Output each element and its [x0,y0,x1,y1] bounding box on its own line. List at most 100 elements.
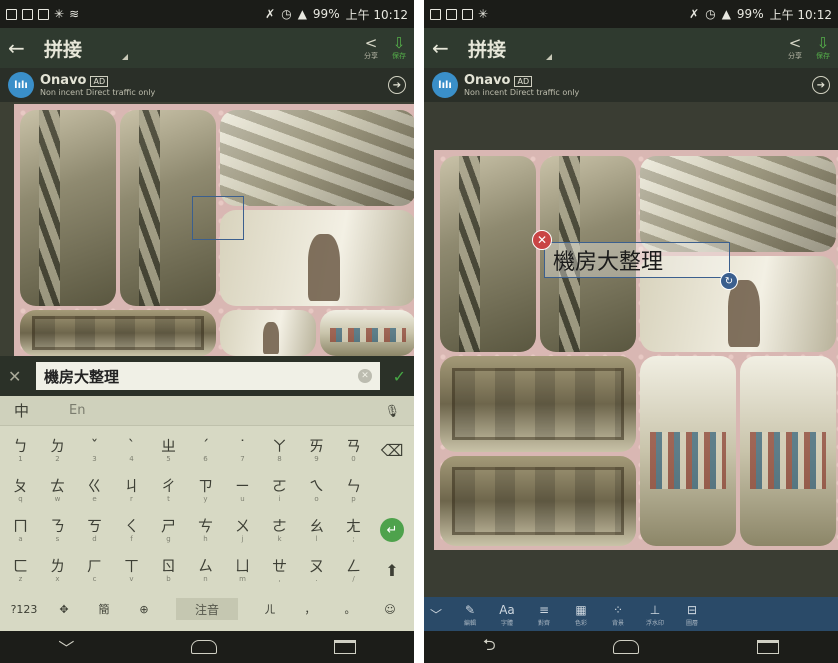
numbers-key[interactable]: ?123 [4,603,44,616]
keyboard-key[interactable]: ㄛi [261,470,298,510]
keyboard-key[interactable]: ㄨj [224,510,261,550]
collage-photo-7[interactable] [640,356,736,546]
toolbar-tool[interactable]: ⊥ 浮水印 [638,602,672,627]
back-arrow-icon[interactable]: ← [8,36,38,60]
collage-photo-7[interactable] [320,310,414,356]
microphone-icon[interactable]: 🎙 [385,404,400,418]
clear-text-icon[interactable]: ✕ [358,369,372,383]
recent-apps-nav-icon[interactable] [757,640,780,654]
cursor-move-icon[interactable]: ✥ [44,603,84,616]
keyboard-key[interactable]: ㄏc [76,550,113,590]
mode-chinese-tab[interactable]: 中 [14,400,29,421]
confirm-check-icon[interactable]: ✓ [380,367,406,386]
keyboard-key[interactable]: ˙ 7 [224,430,261,470]
emoji-icon[interactable]: ☺ [370,603,410,616]
collage-photo-1[interactable] [440,156,536,352]
keyboard-key[interactable]: ㄙn [187,550,224,590]
keyboard-key[interactable]: ㄘh [187,510,224,550]
space-key[interactable]: 注音 [176,598,238,620]
keyboard-key[interactable]: ㄧu [224,470,261,510]
enter-button[interactable]: ↵ [372,510,412,550]
collage-canvas-right[interactable]: 機房大整理 ✕ ↻ [434,150,838,550]
collage-photo-8[interactable] [740,356,836,546]
keyboard-key[interactable]: ㄊw [39,470,76,510]
collage-photo-6[interactable] [440,456,636,546]
keyboard-key[interactable]: ㄗy [187,470,224,510]
comma-key[interactable]: ， [290,601,330,617]
home-nav-icon[interactable] [191,640,217,654]
save-button[interactable]: ⇩ 保存 [816,35,830,61]
keyboard-key[interactable]: ㄡ. [298,550,335,590]
traditional-simplified-key[interactable]: 簡 [84,601,124,617]
keyboard-key[interactable]: ㄉ2 [39,430,76,470]
keyboard-key[interactable]: ㄝ, [261,550,298,590]
sticker-rotate-icon[interactable]: ↻ [720,272,738,290]
keyboard-key[interactable]: ㄇa [2,510,39,550]
keyboard-key[interactable]: ㄓ5 [150,430,187,470]
toolbar-tool[interactable]: ▦ 色彩 [564,602,598,627]
ad-banner[interactable]: lılı Onavo AD Non incent Direct traffic o… [0,68,414,102]
back-arrow-icon[interactable]: ← [432,36,462,60]
collage-canvas[interactable] [14,104,414,356]
ad-arrow-icon[interactable]: ➔ [388,76,406,94]
keyboard-key[interactable]: ㄥ / [335,550,372,590]
keyboard-key[interactable]: ㄆq [2,470,39,510]
back-nav-icon[interactable]: ﹀ [58,635,74,659]
sticker-text-input[interactable]: 機房大整理 ✕ [36,362,380,390]
text-sticker[interactable]: 機房大整理 [544,242,730,278]
toolbar-tool[interactable]: ⊟ 圖層 [675,602,709,627]
toolbar-tool[interactable]: ✎ 編輯 [453,602,487,627]
toolbar-tool[interactable]: ≡ 對齊 [527,602,561,627]
shift-icon[interactable]: ⬆ [372,550,412,590]
keyboard-key[interactable]: ㄜk [261,510,298,550]
keyboard-key[interactable]: ㄒv [113,550,150,590]
backspace-icon[interactable]: ⌫ [372,430,412,470]
ad-banner-right[interactable]: lılı Onavo AD Non incent Direct traffic o… [424,68,838,102]
keyboard-key[interactable]: ㄑf [113,510,150,550]
keyboard-key[interactable]: ㄎd [76,510,113,550]
keyboard-key[interactable]: ㄠl [298,510,335,550]
home-nav-icon[interactable] [613,640,640,654]
collage-photo-6[interactable] [220,310,316,356]
ad-arrow-icon[interactable]: ➔ [812,76,830,94]
recent-apps-nav-icon[interactable] [333,640,356,654]
keyboard-key[interactable]: ㄢ0 [335,430,372,470]
cancel-icon[interactable]: ✕ [8,367,36,386]
keyboard-key[interactable]: ˋ4 [113,430,150,470]
globe-icon[interactable]: ⊕ [124,603,164,616]
toolbar-tool[interactable]: ⁘ 背景 [601,602,635,627]
collage-photo-3[interactable] [220,110,414,206]
back-nav-icon[interactable]: ⮌ [483,634,496,661]
keyboard-key[interactable]: ㄐr [113,470,150,510]
keyboard-key[interactable]: ㄍe [76,470,113,510]
keyboard-key[interactable]: ˇ3 [76,430,113,470]
collage-photo-4[interactable] [220,210,414,306]
collage-photo-5[interactable] [440,356,636,452]
keyboard-key[interactable]: ㄩm [224,550,261,590]
keyboard-key[interactable]: ㄔt [150,470,187,510]
keyboard-key[interactable]: ㄅ1 [2,430,39,470]
share-button[interactable]: < 分享 [364,35,378,61]
keyboard-key[interactable]: ㄌx [39,550,76,590]
keyboard-key[interactable]: ㄈz [2,550,39,590]
keyboard-key[interactable]: ㄋs [39,510,76,550]
collage-photo-1[interactable] [20,110,116,306]
keyboard-key[interactable]: ㄞ9 [298,430,335,470]
mode-english-tab[interactable]: En [69,403,85,418]
toolbar-tool[interactable]: Aa 字體 [490,602,524,627]
keyboard-key[interactable]: ㄟo [298,470,335,510]
sticker-delete-icon[interactable]: ✕ [532,230,552,250]
keyboard-key[interactable]: ㄣp [335,470,372,510]
text-sticker-placeholder[interactable] [192,196,244,240]
share-button[interactable]: < 分享 [788,35,802,61]
period-key[interactable]: 。 [330,601,370,617]
keyboard-key[interactable]: ㄕg [150,510,187,550]
keyboard-key[interactable]: ㄚ8 [261,430,298,470]
keyboard-key[interactable]: ㄤ; [335,510,372,550]
er-key[interactable]: ㄦ [250,601,290,617]
keyboard-key[interactable]: ˊ6 [187,430,224,470]
collapse-chevron-icon[interactable]: ﹀ [430,606,450,623]
keyboard-key[interactable]: ㄖb [150,550,187,590]
save-button[interactable]: ⇩ 保存 [392,35,406,61]
collage-photo-5[interactable] [20,310,216,356]
